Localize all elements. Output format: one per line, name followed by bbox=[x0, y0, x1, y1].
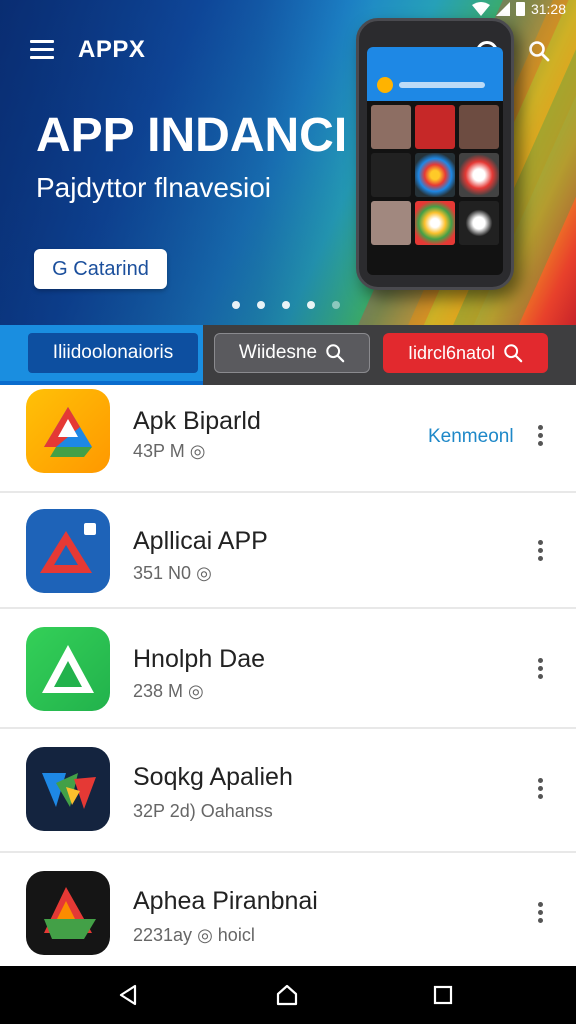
tab-primary[interactable]: Iliidoolonaioris bbox=[0, 325, 203, 385]
app-meta: 238 M ◎ bbox=[133, 681, 204, 702]
more-vert-icon[interactable] bbox=[534, 902, 546, 924]
hero-banner[interactable]: 31:28 APPX APP INDANCI Pajdyttor flnaves… bbox=[0, 0, 576, 325]
phone-app-bar bbox=[367, 47, 503, 101]
wifi-icon bbox=[471, 2, 490, 16]
more-vert-icon[interactable] bbox=[534, 778, 546, 800]
rating-icon: ◎ bbox=[196, 563, 212, 583]
app-size: 238 M bbox=[133, 681, 184, 701]
carousel-indicator bbox=[232, 301, 340, 309]
list-item[interactable]: Apllicai APP 351 N0 ◎ bbox=[0, 493, 576, 609]
more-vert-icon[interactable] bbox=[534, 425, 546, 447]
app-meta: 43P M ◎ bbox=[133, 441, 205, 462]
tab-featured[interactable]: Iidrcl6natol bbox=[383, 333, 548, 373]
app-icon-soqkg bbox=[26, 747, 110, 831]
rating-icon: ◎ bbox=[188, 681, 204, 701]
hero-cta-button[interactable]: G Catarind bbox=[34, 249, 167, 289]
app-meta: 351 N0 ◎ bbox=[133, 563, 212, 584]
rating-icon: ◎ bbox=[197, 925, 218, 945]
app-size: 351 N0 bbox=[133, 563, 192, 583]
phone-tile bbox=[415, 105, 455, 149]
app-name: Aphea Piranbnai bbox=[133, 887, 318, 915]
app-action-link[interactable]: Kenmeonl bbox=[428, 426, 514, 448]
battery-icon bbox=[515, 2, 525, 16]
tab-search[interactable]: Wiidesne bbox=[214, 333, 370, 373]
tab-primary-label: Iliidoolonaioris bbox=[28, 333, 198, 373]
app-name: Apk Biparld bbox=[133, 407, 261, 435]
status-time: 31:28 bbox=[530, 1, 566, 17]
rating-icon: ◎ bbox=[189, 441, 206, 461]
status-bar: 31:28 bbox=[0, 0, 576, 20]
app-name: Soqkg Apalieh bbox=[133, 763, 293, 791]
menu-icon[interactable] bbox=[30, 40, 54, 60]
home-icon[interactable] bbox=[275, 983, 299, 1007]
app-size: 2231ay bbox=[133, 925, 193, 945]
system-nav-bar bbox=[0, 966, 576, 1024]
signal-icon bbox=[495, 2, 510, 16]
back-icon[interactable] bbox=[117, 983, 141, 1007]
app-name: Hnolph Dae bbox=[133, 645, 266, 673]
app-icon-drive-style bbox=[26, 389, 110, 473]
carousel-dot[interactable] bbox=[232, 301, 240, 309]
phone-screen bbox=[367, 47, 503, 275]
app-icon-hnolph bbox=[26, 627, 110, 711]
list-item[interactable]: Apk Biparld 43P M ◎ Kenmeonl bbox=[0, 385, 576, 493]
phone-tile-grid bbox=[367, 101, 503, 249]
brand-logo: APPX bbox=[78, 36, 146, 63]
recents-icon[interactable] bbox=[431, 983, 455, 1007]
app-store-screen: 31:28 APPX APP INDANCI Pajdyttor flnaves… bbox=[0, 0, 576, 1024]
phone-tile bbox=[415, 201, 455, 245]
search-icon[interactable] bbox=[528, 40, 550, 62]
phone-tile bbox=[459, 105, 499, 149]
app-meta-suffix: hoicl bbox=[217, 925, 255, 945]
phone-tile bbox=[459, 201, 499, 245]
more-vert-icon[interactable] bbox=[534, 540, 546, 562]
app-size: 43P M bbox=[133, 441, 185, 461]
tab-featured-label: Iidrcl6natol bbox=[407, 342, 496, 363]
app-icon-aphea bbox=[26, 871, 110, 955]
hero-subtitle: Pajdyttor flnavesioi bbox=[36, 172, 272, 203]
carousel-dot[interactable] bbox=[282, 301, 290, 309]
hero-title: APP INDANCI bbox=[36, 109, 348, 162]
search-icon bbox=[326, 344, 345, 363]
app-meta: 2231ay ◎ hoicl bbox=[133, 925, 255, 946]
filter-tab-bar: Iliidoolonaioris Wiidesne Iidrcl6natol bbox=[0, 325, 576, 385]
carousel-dot[interactable] bbox=[332, 301, 340, 309]
phone-tile bbox=[371, 153, 411, 197]
tab-search-label: Wiidesne bbox=[238, 342, 318, 363]
carousel-dot[interactable] bbox=[307, 301, 315, 309]
phone-avatar bbox=[377, 77, 393, 93]
phone-tile bbox=[371, 105, 411, 149]
phone-search-bar bbox=[399, 82, 485, 88]
phone-tile bbox=[371, 201, 411, 245]
list-item[interactable]: Aphea Piranbnai 2231ay ◎ hoicl bbox=[0, 853, 576, 968]
carousel-dot[interactable] bbox=[257, 301, 265, 309]
phone-tile bbox=[415, 153, 455, 197]
search-icon bbox=[504, 344, 523, 363]
app-list: Apk Biparld 43P M ◎ Kenmeonl Apllicai AP… bbox=[0, 385, 576, 968]
list-item[interactable]: Hnolph Dae 238 M ◎ bbox=[0, 609, 576, 729]
status-icons: 31:28 bbox=[471, 1, 566, 17]
more-vert-icon[interactable] bbox=[534, 658, 546, 680]
phone-mockup-image bbox=[356, 18, 514, 290]
app-icon-apllicai bbox=[26, 509, 110, 593]
phone-tile bbox=[459, 153, 499, 197]
app-meta: 32P 2d) Oahanss bbox=[133, 801, 273, 821]
app-name: Apllicai APP bbox=[133, 527, 268, 555]
list-item[interactable]: Soqkg Apalieh 32P 2d) Oahanss bbox=[0, 729, 576, 853]
